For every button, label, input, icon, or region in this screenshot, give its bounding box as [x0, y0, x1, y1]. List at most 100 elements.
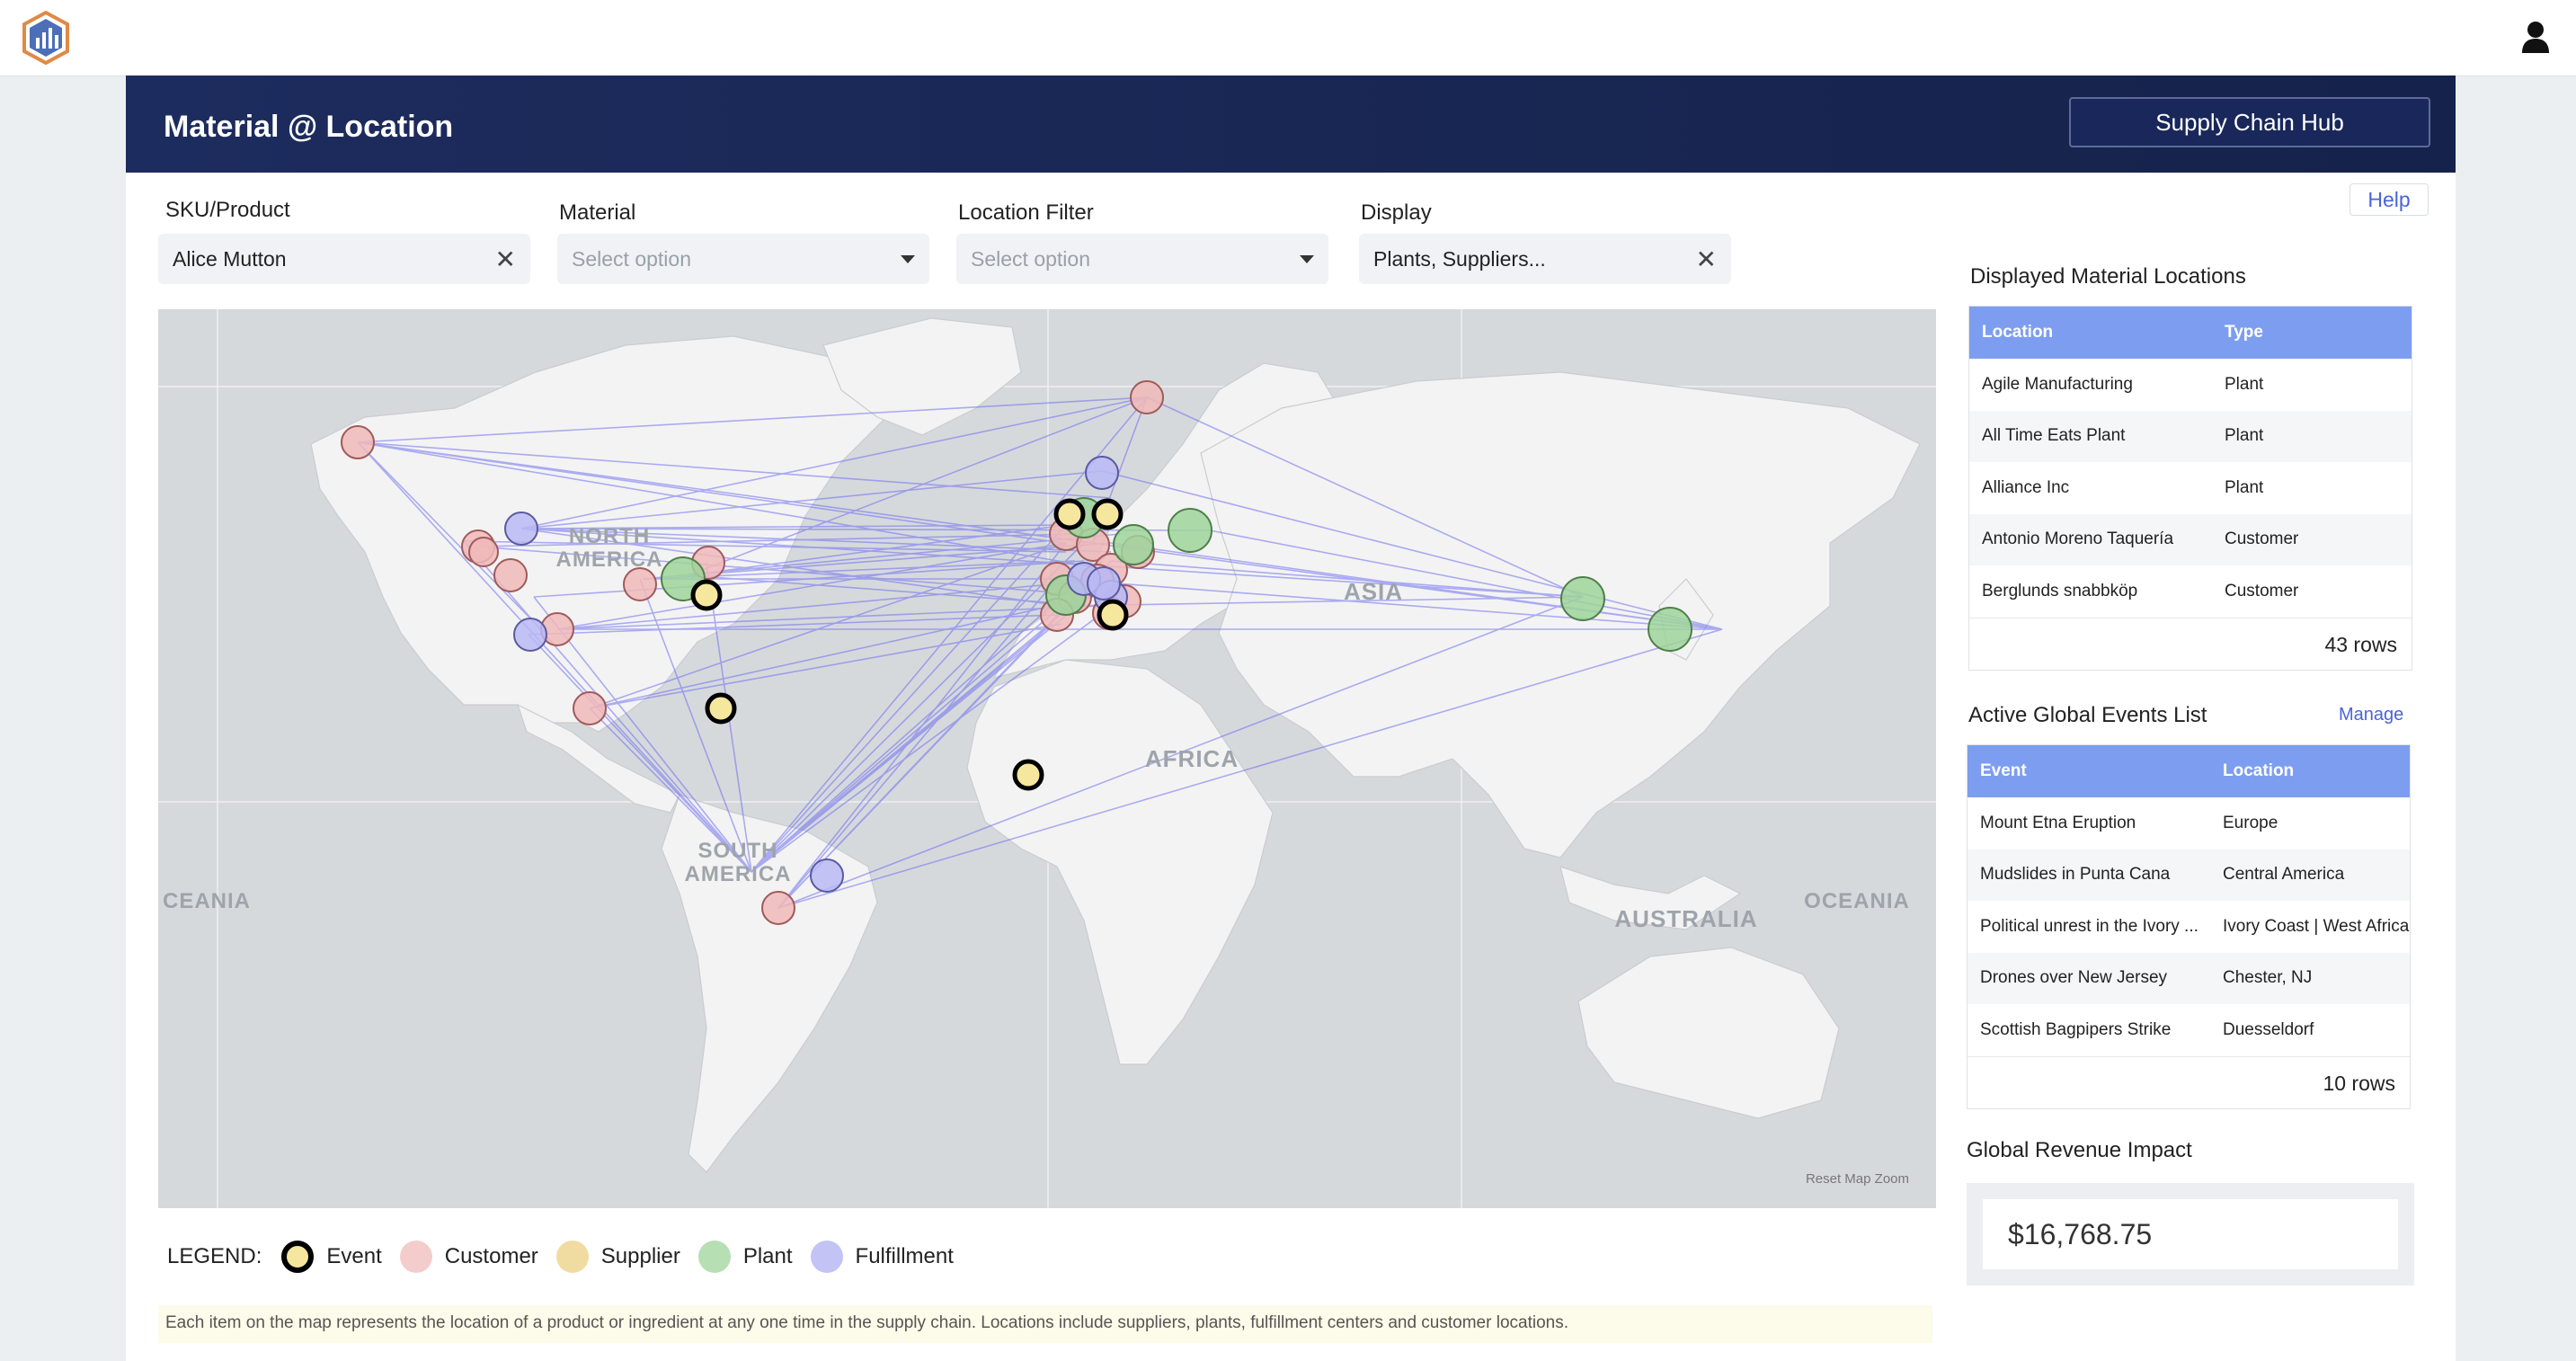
- help-button[interactable]: Help: [2349, 183, 2429, 216]
- revenue-value: $16,768.75: [1983, 1199, 2398, 1269]
- event-location-cell: Europe: [2223, 813, 2278, 832]
- event-cell: Scottish Bagpipers Strike: [1980, 1019, 2172, 1039]
- locations-row-count: 43 rows: [2324, 633, 2397, 656]
- type-cell: Plant: [2225, 477, 2264, 497]
- reset-map-zoom-link[interactable]: Reset Map Zoom: [1806, 1171, 1909, 1187]
- column-header-event[interactable]: Event: [1968, 761, 2210, 781]
- customer-marker: [468, 537, 499, 567]
- fulfillment-marker: [1087, 566, 1121, 600]
- fulfillment-marker: [504, 511, 538, 546]
- type-cell: Customer: [2225, 581, 2299, 600]
- legend-item-fulfillment: Fulfillment: [810, 1241, 954, 1273]
- event-location-cell: Duesseldorf: [2223, 1019, 2314, 1039]
- locations-panel-title: Displayed Material Locations: [1970, 264, 2246, 289]
- map-legend: LEGEND: Event Customer Supplier Plant Fu…: [167, 1239, 972, 1275]
- revenue-card: $16,768.75: [1967, 1183, 2414, 1285]
- event-marker: [1091, 498, 1124, 530]
- table-row[interactable]: All Time Eats Plant Plant: [1969, 410, 2412, 462]
- type-cell: Plant: [2225, 426, 2264, 446]
- events-row-count: 10 rows: [2323, 1072, 2395, 1095]
- customer-marker: [341, 425, 375, 459]
- sku-label: SKU/Product: [165, 198, 290, 222]
- event-location-cell: Central America: [2223, 865, 2345, 885]
- table-row[interactable]: Political unrest in the Ivory ... Ivory …: [1968, 901, 2410, 953]
- customer-marker: [623, 567, 657, 601]
- event-cell: Drones over New Jersey: [1980, 968, 2168, 988]
- table-row[interactable]: Antonio Moreno Taquería Customer: [1969, 513, 2412, 565]
- table-row[interactable]: Agile Manufacturing Plant: [1969, 359, 2412, 411]
- region-label-north-america: NORTH AMERICA: [555, 524, 663, 573]
- chevron-down-icon[interactable]: [901, 254, 915, 263]
- legend-item-plant: Plant: [697, 1241, 793, 1273]
- table-row[interactable]: Scottish Bagpipers Strike Duesseldorf: [1968, 1004, 2410, 1056]
- app-logo-icon[interactable]: [22, 11, 70, 65]
- events-table-header: Event Location: [1968, 745, 2410, 797]
- customer-marker: [1130, 380, 1164, 414]
- world-map[interactable]: NORTH AMERICA SOUTH AMERICA AFRICA ASIA …: [158, 309, 1936, 1208]
- revenue-title: Global Revenue Impact: [1967, 1138, 2192, 1162]
- user-account-icon[interactable]: [2520, 20, 2551, 54]
- chevron-down-icon[interactable]: [1300, 254, 1314, 263]
- fulfillment-swatch-icon: [810, 1241, 843, 1273]
- plant-marker: [1113, 524, 1154, 565]
- legend-fulfillment-text: Fulfillment: [855, 1244, 954, 1268]
- event-marker: [1053, 498, 1086, 530]
- clear-sku-icon[interactable]: ✕: [495, 245, 516, 274]
- fulfillment-marker: [513, 618, 547, 652]
- events-table: Event Location Mount Etna Eruption Europ…: [1967, 744, 2411, 1109]
- location-filter-select[interactable]: Select option: [956, 234, 1328, 284]
- legend-customer-text: Customer: [444, 1244, 538, 1268]
- plant-marker: [1168, 508, 1212, 553]
- plant-marker: [1560, 576, 1605, 621]
- type-cell: Plant: [2225, 374, 2264, 394]
- map-canvas[interactable]: [158, 309, 1936, 1208]
- event-location-cell: Ivory Coast | West Africa: [2223, 916, 2410, 936]
- locations-table-header: Location Type: [1969, 307, 2412, 359]
- column-header-location[interactable]: Location: [1969, 323, 2212, 342]
- sku-select[interactable]: Alice Mutton ✕: [158, 234, 530, 284]
- column-header-type[interactable]: Type: [2212, 323, 2401, 342]
- event-swatch-icon: [281, 1241, 315, 1273]
- page-title: Material @ Location: [164, 110, 454, 144]
- table-row[interactable]: Mount Etna Eruption Europe: [1968, 797, 2410, 850]
- location-cell: Alliance Inc: [1982, 477, 2070, 497]
- clear-display-icon[interactable]: ✕: [1696, 245, 1717, 274]
- location-filter-placeholder: Select option: [971, 246, 1090, 271]
- manage-events-link[interactable]: Manage: [2339, 705, 2403, 725]
- display-label: Display: [1361, 200, 1432, 225]
- table-row[interactable]: Berglunds snabbköp Customer: [1969, 565, 2412, 618]
- display-select[interactable]: Plants, Suppliers... ✕: [1359, 234, 1731, 284]
- customer-marker: [493, 558, 528, 592]
- legend-supplier-text: Supplier: [600, 1244, 680, 1268]
- fulfillment-marker: [810, 858, 844, 893]
- legend-plant-text: Plant: [742, 1244, 793, 1268]
- column-header-event-location[interactable]: Location: [2210, 761, 2410, 781]
- material-select[interactable]: Select option: [557, 234, 929, 284]
- supplier-swatch-icon: [555, 1241, 589, 1273]
- legend-item-customer: Customer: [399, 1241, 538, 1273]
- region-label-australia: AUSTRALIA: [1614, 905, 1758, 932]
- locations-table: Location Type Agile Manufacturing Plant …: [1968, 306, 2412, 671]
- legend-label: LEGEND:: [167, 1244, 262, 1268]
- customer-marker: [761, 891, 795, 925]
- event-marker: [1097, 599, 1129, 631]
- legend-item-event: Event: [281, 1241, 382, 1273]
- location-cell: Antonio Moreno Taquería: [1982, 529, 2174, 549]
- event-location-cell: Chester, NJ: [2223, 968, 2313, 988]
- table-row[interactable]: Alliance Inc Plant: [1969, 462, 2412, 514]
- display-value: Plants, Suppliers...: [1373, 246, 1546, 271]
- table-row[interactable]: Drones over New Jersey Chester, NJ: [1968, 952, 2410, 1004]
- region-label-oceania-left: CEANIA: [162, 889, 251, 913]
- fulfillment-marker: [1085, 456, 1119, 490]
- location-cell: All Time Eats Plant: [1982, 426, 2126, 446]
- table-row[interactable]: Mudslides in Punta Cana Central America: [1968, 849, 2410, 901]
- plant-marker: [1648, 607, 1692, 652]
- material-label: Material: [559, 200, 636, 225]
- supply-chain-hub-button[interactable]: Supply Chain Hub: [2069, 97, 2430, 147]
- location-cell: Berglunds snabbköp: [1982, 581, 2138, 600]
- location-filter-label: Location Filter: [958, 200, 1094, 225]
- customer-swatch-icon: [399, 1241, 432, 1273]
- events-panel-title: Active Global Events List: [1968, 703, 2207, 727]
- type-cell: Customer: [2225, 529, 2299, 549]
- region-label-africa: AFRICA: [1144, 745, 1239, 772]
